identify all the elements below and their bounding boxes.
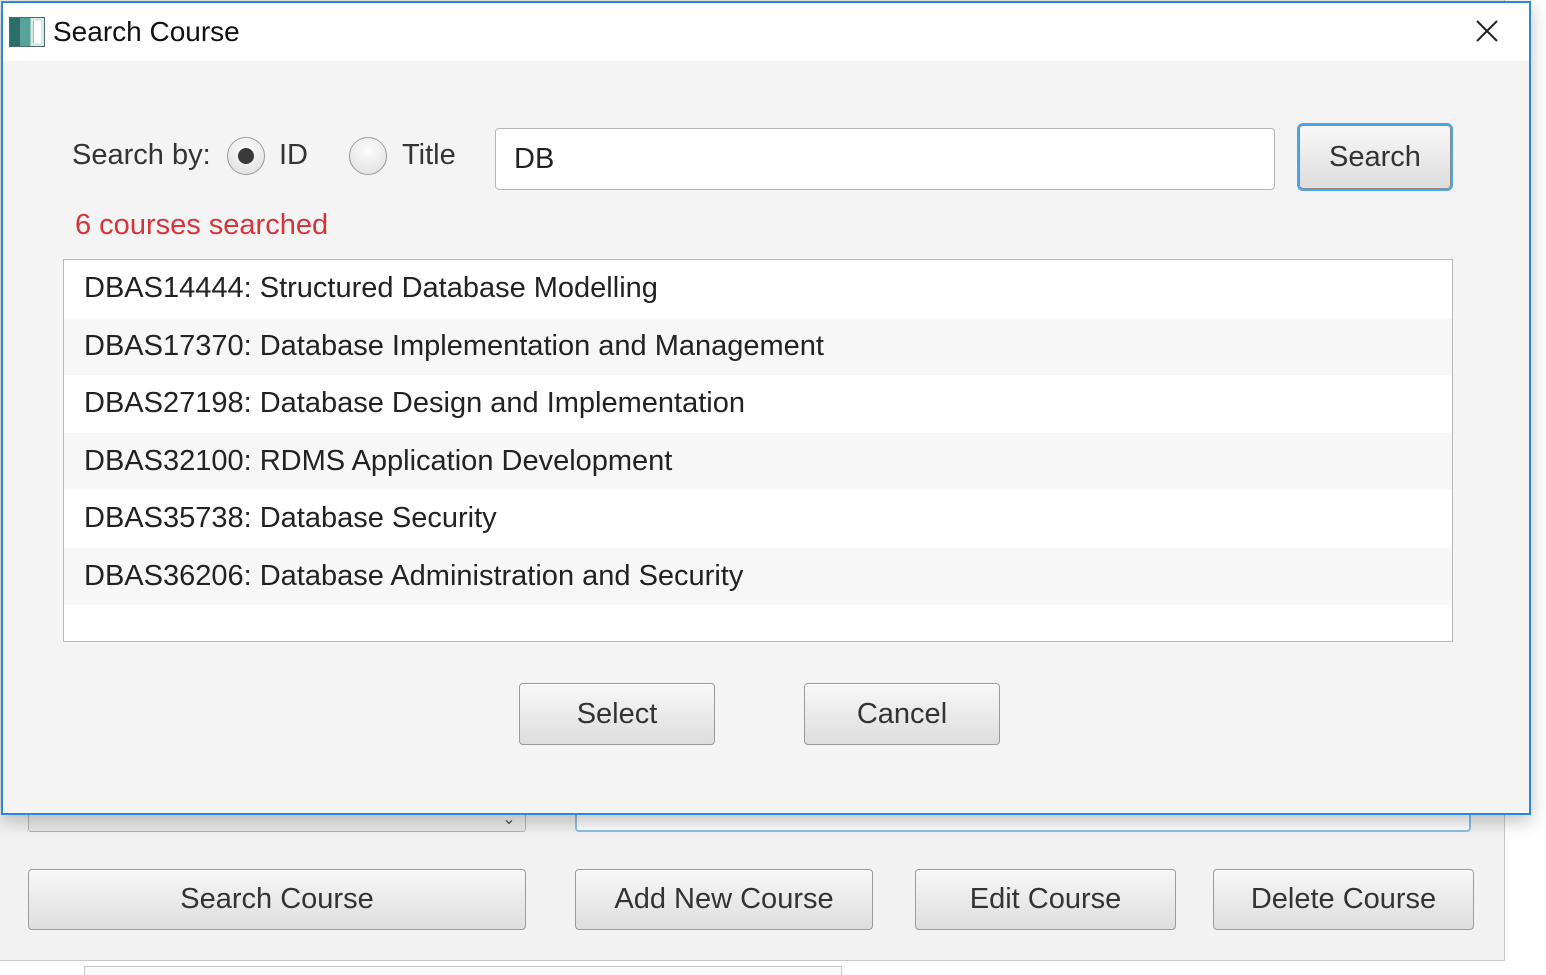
radio-title-label[interactable]: Title xyxy=(402,139,456,172)
list-item[interactable]: DBAS36206: Database Administration and S… xyxy=(64,547,1452,605)
list-item[interactable]: DBAS14444: Structured Database Modelling xyxy=(64,260,1452,318)
edit-course-button[interactable]: Edit Course xyxy=(915,869,1176,930)
result-count-status: 6 courses searched xyxy=(75,209,329,241)
search-course-button[interactable]: Search Course xyxy=(28,869,526,930)
app-icon xyxy=(9,17,45,47)
cancel-button[interactable]: Cancel xyxy=(804,683,1000,745)
list-item[interactable]: DBAS35738: Database Security xyxy=(64,490,1452,548)
search-button[interactable]: Search xyxy=(1299,125,1451,189)
dialog-titlebar[interactable]: Search Course xyxy=(3,3,1529,61)
dialog-title: Search Course xyxy=(53,16,240,47)
search-by-label: Search by: xyxy=(72,139,211,171)
delete-course-button[interactable]: Delete Course xyxy=(1213,869,1474,930)
search-course-dialog: Search Course Search by: ID Title Search… xyxy=(1,1,1531,815)
select-button[interactable]: Select xyxy=(519,683,715,745)
search-input[interactable] xyxy=(495,128,1275,190)
radio-id-label[interactable]: ID xyxy=(279,139,308,172)
list-item[interactable]: DBAS32100: RDMS Application Development xyxy=(64,432,1452,490)
list-item[interactable]: DBAS27198: Database Design and Implement… xyxy=(64,375,1452,433)
list-item[interactable]: DBAS17370: Database Implementation and M… xyxy=(64,317,1452,375)
course-results-list[interactable]: DBAS14444: Structured Database Modelling… xyxy=(63,259,1453,642)
radio-title[interactable] xyxy=(349,137,387,175)
radio-id[interactable] xyxy=(227,137,265,175)
add-new-course-button[interactable]: Add New Course xyxy=(575,869,873,930)
close-icon[interactable] xyxy=(1469,13,1505,49)
